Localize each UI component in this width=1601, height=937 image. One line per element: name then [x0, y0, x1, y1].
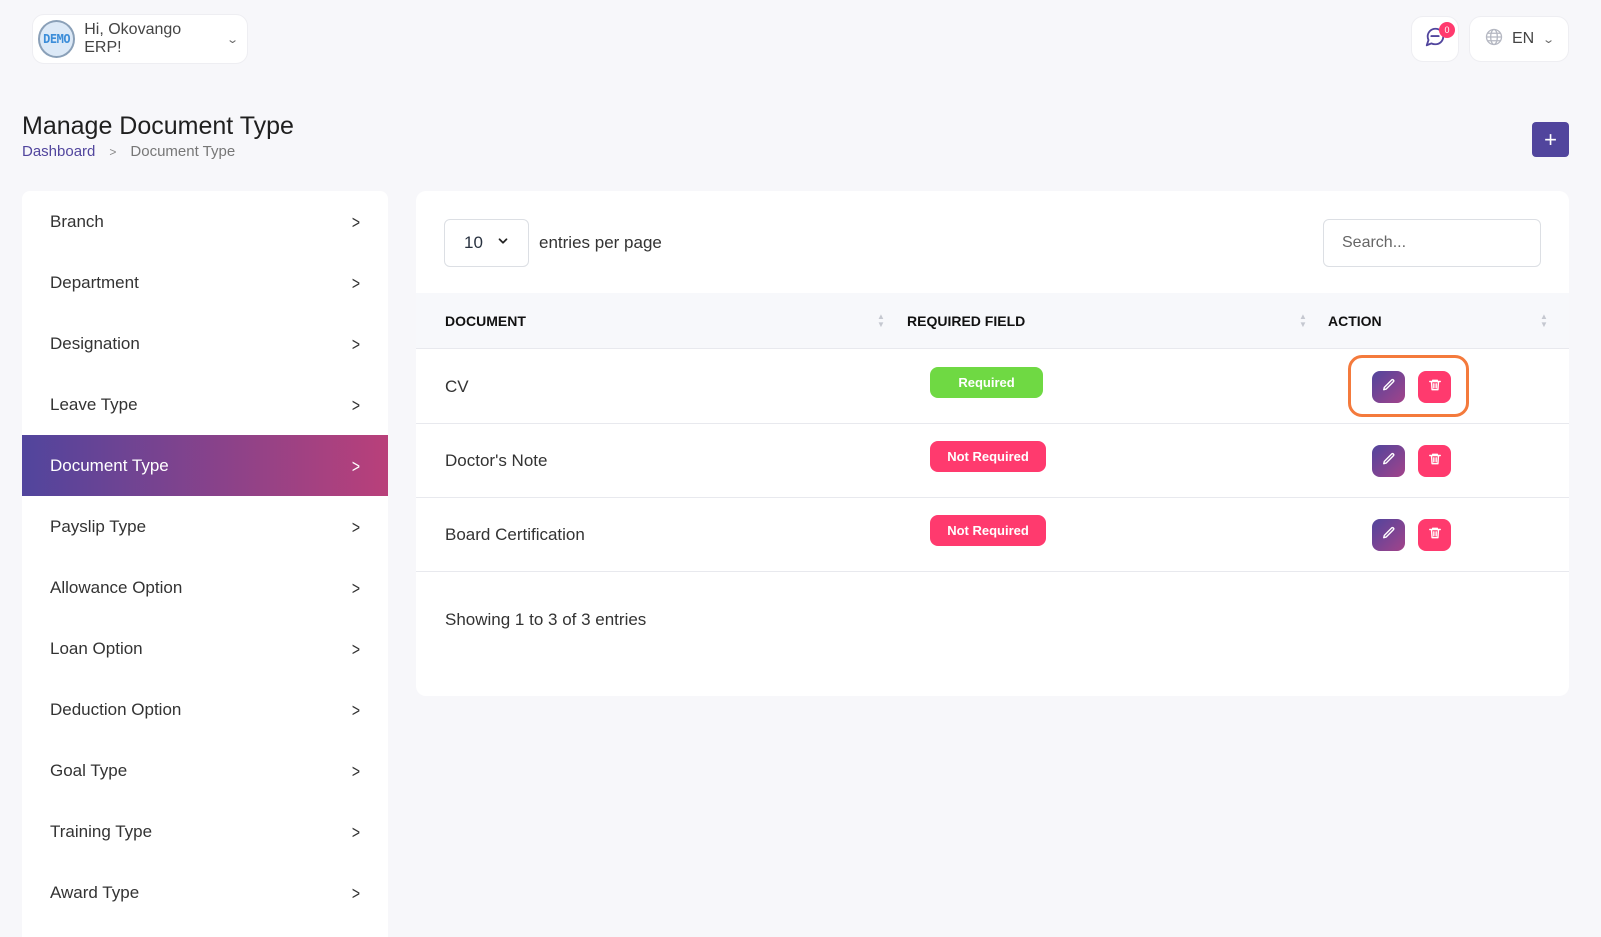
- sidebar-item-label: Award Type: [50, 882, 140, 902]
- column-header-action[interactable]: ACTION: [1328, 293, 1382, 349]
- sidebar-item-label: Deduction Option: [50, 699, 182, 719]
- sidebar-item-label: Allowance Option: [50, 577, 183, 597]
- top-bar: DEMO Hi, Okovango ERP! ⌄ 0 EN ⌄: [0, 0, 1601, 80]
- table-row: Board Certification Not Required: [416, 498, 1569, 572]
- chevron-right-icon: >: [351, 211, 360, 232]
- status-badge: Required: [930, 367, 1043, 398]
- entries-per-page-label: entries per page: [539, 233, 662, 252]
- language-selector[interactable]: EN ⌄: [1469, 16, 1569, 62]
- entries-per-page-value: 10: [464, 233, 483, 252]
- sidebar-item-label: Leave Type: [50, 394, 138, 414]
- table-row: Doctor's Note Not Required: [416, 424, 1569, 498]
- sidebar-item-label: Payslip Type: [50, 516, 147, 536]
- table-header: DOCUMENT ▲ ▼ REQUIRED FIELD ▲ ▼ ACTION ▲ ▼: [416, 293, 1569, 349]
- trash-icon: [1428, 378, 1442, 397]
- globe-icon: [1484, 27, 1504, 52]
- chevron-right-icon: >: [351, 394, 360, 415]
- edit-button[interactable]: [1372, 445, 1405, 477]
- sidebar-item-loan-option[interactable]: Loan Option >: [22, 618, 388, 679]
- chevron-right-icon: >: [351, 272, 360, 293]
- sidebar-item-allowance-option[interactable]: Allowance Option >: [22, 557, 388, 618]
- delete-button[interactable]: [1418, 445, 1451, 477]
- chevron-right-icon: >: [351, 333, 360, 354]
- sidebar-item-deduction-option[interactable]: Deduction Option >: [22, 679, 388, 740]
- delete-button[interactable]: [1418, 371, 1451, 403]
- sidebar-item-label: Training Type: [50, 821, 153, 841]
- settings-sidebar: Branch > Department > Designation > Leav…: [22, 191, 388, 937]
- trash-icon: [1428, 452, 1442, 471]
- column-header-required-field[interactable]: REQUIRED FIELD: [907, 293, 1025, 349]
- edit-button[interactable]: [1372, 371, 1405, 403]
- user-greeting: Hi, Okovango ERP!: [84, 21, 182, 56]
- pencil-icon: [1382, 526, 1396, 545]
- sidebar-item-leave-type[interactable]: Leave Type >: [22, 374, 388, 435]
- status-badge: Not Required: [930, 441, 1046, 472]
- pencil-icon: [1382, 452, 1396, 471]
- page-title: Manage Document Type: [22, 112, 294, 140]
- chevron-down-icon: ⌄: [225, 33, 239, 46]
- entries-per-page-select[interactable]: 10: [444, 219, 529, 267]
- plus-icon: +: [1544, 126, 1557, 152]
- sidebar-item-designation[interactable]: Designation >: [22, 313, 388, 374]
- delete-button[interactable]: [1418, 519, 1451, 551]
- sort-icon[interactable]: ▲ ▼: [876, 313, 886, 331]
- notification-button[interactable]: 0: [1411, 16, 1459, 62]
- sidebar-item-department[interactable]: Department >: [22, 252, 388, 313]
- sidebar-item-goal-type[interactable]: Goal Type >: [22, 740, 388, 801]
- table-info: Showing 1 to 3 of 3 entries: [445, 610, 647, 629]
- notification-badge: 0: [1439, 22, 1455, 38]
- sidebar-item-label: Designation: [50, 333, 140, 353]
- chevron-right-icon: >: [351, 455, 360, 476]
- chevron-right-icon: >: [351, 577, 360, 598]
- add-document-type-button[interactable]: +: [1532, 122, 1569, 157]
- breadcrumb-current: Document Type: [130, 143, 236, 160]
- table-row: CV Required: [416, 350, 1569, 424]
- sidebar-item-document-type[interactable]: Document Type >: [22, 435, 388, 496]
- document-name: CV: [445, 377, 469, 396]
- chevron-right-icon: >: [351, 638, 360, 659]
- sidebar-item-label: Goal Type: [50, 760, 128, 780]
- trash-icon: [1428, 526, 1442, 545]
- sidebar-item-training-type[interactable]: Training Type >: [22, 801, 388, 862]
- language-code: EN: [1512, 30, 1535, 47]
- chevron-right-icon: >: [109, 144, 117, 159]
- sidebar-item-payslip-type[interactable]: Payslip Type >: [22, 496, 388, 557]
- sort-icon[interactable]: ▲ ▼: [1298, 313, 1308, 331]
- column-header-document[interactable]: DOCUMENT: [445, 293, 526, 349]
- chevron-down-icon: ⌄: [1542, 33, 1556, 46]
- search-input[interactable]: [1323, 219, 1541, 267]
- status-badge: Not Required: [930, 515, 1046, 546]
- chevron-right-icon: >: [351, 699, 360, 720]
- sidebar-item-label: Loan Option: [50, 638, 143, 658]
- chevron-right-icon: >: [351, 821, 360, 842]
- chevron-right-icon: >: [351, 882, 360, 903]
- document-type-table-card: 10 entries per page DOCUMENT ▲▼ REQUIRED…: [416, 191, 1569, 696]
- chevron-right-icon: >: [351, 760, 360, 781]
- document-name: Board Certification: [445, 525, 585, 544]
- sidebar-item-award-type[interactable]: Award Type >: [22, 862, 388, 923]
- sidebar-item-label: Department: [50, 272, 139, 292]
- pencil-icon: [1382, 378, 1396, 397]
- breadcrumb-dashboard-link[interactable]: Dashboard: [22, 143, 95, 160]
- chevron-right-icon: >: [351, 516, 360, 537]
- avatar: DEMO: [38, 20, 76, 58]
- sort-icon[interactable]: ▲ ▼: [1539, 313, 1549, 331]
- sidebar-item-branch[interactable]: Branch >: [22, 191, 388, 252]
- sidebar-item-label: Branch: [50, 211, 104, 231]
- user-menu[interactable]: DEMO Hi, Okovango ERP! ⌄: [32, 14, 248, 64]
- chevron-down-icon: [496, 233, 510, 253]
- edit-button[interactable]: [1372, 519, 1405, 551]
- breadcrumb: Dashboard > Document Type: [22, 143, 235, 160]
- document-name: Doctor's Note: [445, 451, 548, 470]
- sidebar-item-label: Document Type: [50, 455, 169, 475]
